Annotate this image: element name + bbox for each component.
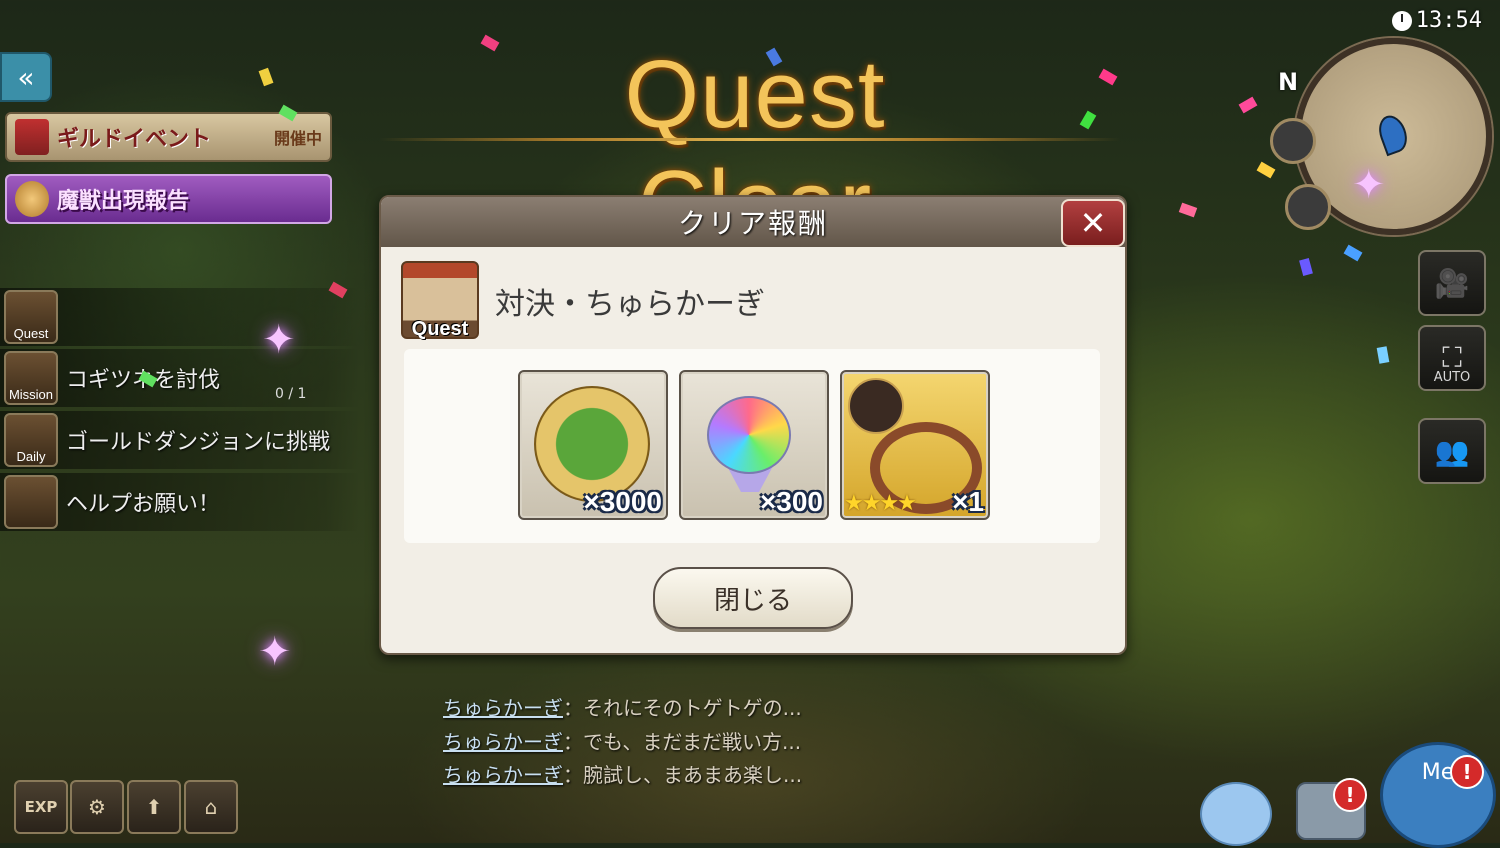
chat-speaker-link[interactable]: ちゅらかーぎ bbox=[443, 696, 563, 720]
rarity-stars: ★★★★ bbox=[844, 491, 917, 516]
character-avatar-icon bbox=[848, 378, 904, 434]
clear-reward-dialog: クリア報酬 ✕ Quest 対決・ちゅらかーぎ ×3000 ×300 ★★★★ … bbox=[379, 195, 1127, 655]
quest-shop-icon: Quest bbox=[401, 261, 479, 340]
confetti-icon bbox=[1343, 244, 1363, 262]
row-icon-label: Quest bbox=[13, 326, 49, 341]
chat-line: ちゅらかーぎ：でも、まだまだ戦い方... bbox=[443, 726, 801, 755]
me-menu-button[interactable]: Me bbox=[1380, 742, 1496, 848]
mission-row-quest[interactable]: Quest bbox=[0, 288, 360, 346]
reward-quantity: ×1 bbox=[952, 486, 984, 517]
dialog-header: クリア報酬 bbox=[381, 197, 1125, 247]
sparkle-icon: ✦ bbox=[1352, 162, 1386, 208]
chat-speaker-link[interactable]: ちゅらかーぎ bbox=[443, 730, 563, 754]
reward-item[interactable]: ×300 bbox=[679, 370, 829, 520]
chat-line: ちゅらかーぎ：腕試し、まあまあ楽し... bbox=[443, 759, 802, 788]
guild-event-banner[interactable]: ギルドイベント 開催中 bbox=[5, 112, 332, 162]
camera-button[interactable]: 🎥 bbox=[1418, 250, 1486, 316]
exp-label: EXP bbox=[24, 798, 58, 816]
quest-icon: Quest bbox=[4, 290, 58, 344]
party-button[interactable]: 👥 bbox=[1418, 418, 1486, 484]
dialog-close-button[interactable]: ✕ bbox=[1061, 199, 1125, 247]
row-icon-label: Daily bbox=[16, 449, 46, 464]
mission-text: ゴールドダンジョンに挑戦 bbox=[66, 430, 331, 455]
confetti-icon bbox=[480, 34, 500, 52]
camera-icon: 🎥 bbox=[1434, 266, 1470, 300]
close-icon: ✕ bbox=[1079, 204, 1107, 242]
title-divider bbox=[380, 138, 1120, 141]
fox-mask-icon bbox=[15, 181, 49, 217]
reward-item[interactable]: ★★★★ ×1 bbox=[840, 370, 990, 520]
back-button[interactable]: « bbox=[0, 52, 52, 102]
mission-row-help[interactable]: ヘルプお願い！ bbox=[0, 473, 360, 531]
exp-button[interactable]: EXP bbox=[14, 780, 68, 834]
confetti-icon bbox=[1178, 202, 1198, 218]
chat-speaker-link[interactable]: ちゅらかーぎ bbox=[443, 763, 563, 787]
reward-list: ×3000 ×300 ★★★★ ×1 bbox=[404, 349, 1100, 543]
confetti-icon bbox=[1079, 110, 1097, 130]
alert-mark: ! bbox=[1462, 760, 1472, 784]
auto-label: AUTO bbox=[1433, 370, 1471, 385]
guild-flag-icon bbox=[15, 119, 49, 155]
clock-icon bbox=[1391, 10, 1412, 31]
map-zoom-icon[interactable] bbox=[1270, 118, 1316, 164]
mission-progress: 0 / 1 bbox=[275, 386, 307, 402]
equip-button[interactable]: ⬆ bbox=[127, 780, 181, 834]
sparkle-icon: ✦ bbox=[262, 317, 296, 363]
me-alert-badge: ! bbox=[1450, 755, 1484, 789]
row-icon-label: Mission bbox=[8, 387, 54, 402]
coin-icon bbox=[534, 386, 650, 502]
double-chevron-left-icon: « bbox=[17, 60, 35, 94]
reward-quantity: ×3000 bbox=[583, 486, 662, 517]
quest-icon-label: Quest bbox=[411, 318, 469, 340]
auto-button[interactable]: ⛶ AUTO bbox=[1418, 325, 1486, 391]
chat-message: ：それにそのトゲトゲの... bbox=[563, 696, 802, 720]
fox-icon: Mission bbox=[4, 351, 58, 405]
daily-icon: Daily bbox=[4, 413, 58, 467]
party-icon: 👥 bbox=[1434, 434, 1470, 468]
emote-button[interactable] bbox=[1200, 782, 1272, 846]
skill-icon: ⚙ bbox=[88, 795, 106, 819]
help-icon bbox=[4, 475, 58, 529]
reward-item[interactable]: ×3000 bbox=[518, 370, 668, 520]
confetti-icon bbox=[258, 67, 274, 87]
clock: 13:54 bbox=[1391, 8, 1482, 33]
close-button[interactable]: 閉じる bbox=[653, 567, 853, 629]
confetti-icon bbox=[1256, 161, 1276, 179]
confetti-icon bbox=[1098, 68, 1118, 86]
boot-icon: ⬆ bbox=[145, 795, 163, 819]
skill-button[interactable]: ⚙ bbox=[70, 780, 124, 834]
guild-event-label: ギルドイベント bbox=[57, 127, 212, 152]
chat-message: ：腕試し、まあまあ楽し... bbox=[563, 763, 803, 787]
storage-button[interactable]: ⌂ bbox=[184, 780, 238, 834]
dialog-title: クリア報酬 bbox=[677, 207, 828, 240]
chat-line: ちゅらかーぎ：それにそのトゲトゲの... bbox=[443, 692, 802, 721]
confetti-icon bbox=[1376, 346, 1390, 364]
chat-message: ：でも、まだまだ戦い方... bbox=[563, 730, 802, 754]
mission-text: ヘルプお願い！ bbox=[66, 492, 221, 517]
north-indicator: N bbox=[1278, 68, 1299, 96]
beast-report-label: 魔獣出現報告 bbox=[57, 189, 190, 214]
chat-alert-badge: ! bbox=[1333, 778, 1367, 812]
rainbow-gem-icon bbox=[707, 396, 791, 474]
confetti-icon bbox=[1238, 96, 1258, 114]
sparkle-icon: ✦ bbox=[258, 629, 292, 675]
close-button-label: 閉じる bbox=[713, 585, 792, 616]
alert-mark: ! bbox=[1345, 783, 1355, 807]
cage-icon: ⌂ bbox=[204, 795, 218, 819]
quest-name: 対決・ちゅらかーぎ bbox=[495, 287, 765, 322]
beast-report-banner[interactable]: 魔獣出現報告 bbox=[5, 174, 332, 224]
mission-row-daily[interactable]: Daily ゴールドダンジョンに挑戦 bbox=[0, 411, 360, 469]
guild-event-status: 開催中 bbox=[273, 129, 322, 148]
reward-quantity: ×300 bbox=[759, 486, 823, 517]
confetti-icon bbox=[1299, 257, 1313, 277]
clock-time: 13:54 bbox=[1415, 8, 1482, 33]
map-mode-icon[interactable] bbox=[1285, 184, 1331, 230]
